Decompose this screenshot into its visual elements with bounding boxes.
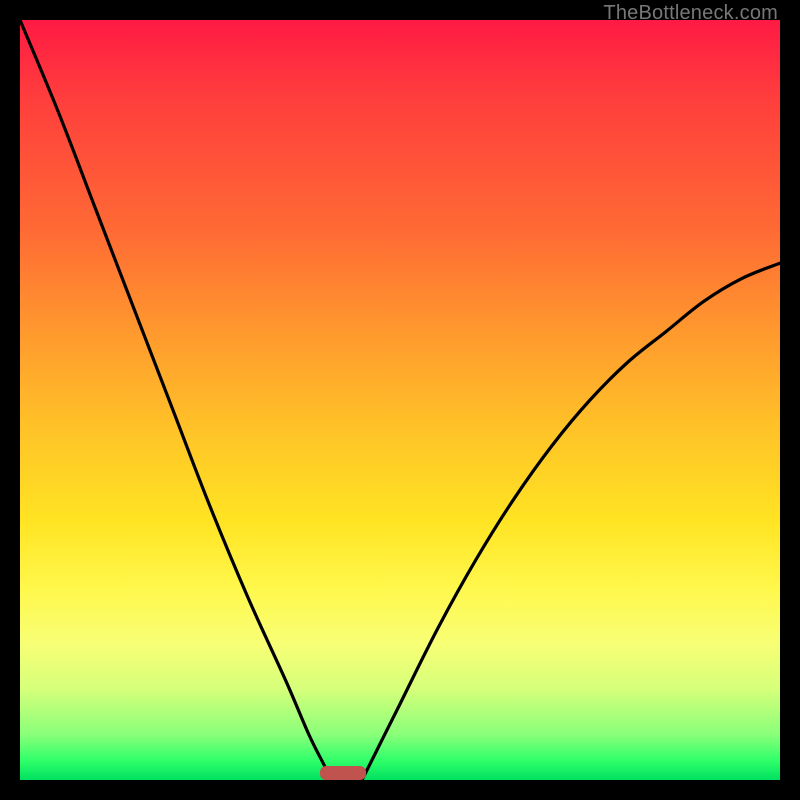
curve-right-branch [362,263,780,780]
watermark-text: TheBottleneck.com [603,2,778,25]
curve-left-branch [20,20,332,780]
optimum-marker [320,766,366,780]
plot-area [20,20,780,780]
chart-frame: TheBottleneck.com [0,0,800,800]
bottleneck-curve [20,20,780,780]
